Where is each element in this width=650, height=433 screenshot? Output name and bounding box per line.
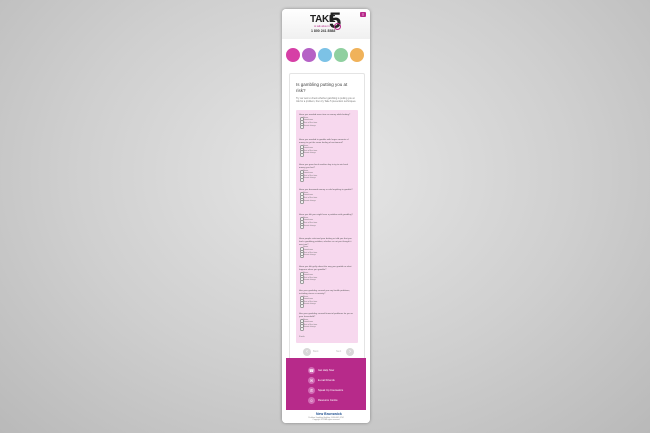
footer-item-resources[interactable]: ☺ Resource Centre: [308, 397, 358, 405]
next-label[interactable]: Next: [336, 350, 341, 353]
next-arrow-icon[interactable]: ›: [346, 348, 354, 356]
answer-option[interactable]: Almost always: [299, 303, 355, 308]
footer-item-label: Get Help Now: [318, 369, 335, 372]
answer-option[interactable]: Almost always: [299, 279, 355, 284]
quiz-form: Have you needed more time or money while…: [296, 110, 358, 343]
logo-tagline: to talk about it: [314, 25, 330, 28]
footer-item-label: E-mail Friends: [318, 379, 335, 382]
chat-icon: ✆: [308, 387, 315, 394]
helpline-number[interactable]: 1 800 241 8588: [311, 29, 335, 33]
phone-icon: ☎: [308, 367, 315, 374]
previous-arrow-icon[interactable]: ‹: [303, 348, 311, 356]
question: Has your gambling caused financial probl…: [299, 313, 355, 331]
government-text: Problem Gambling Helpline 1-800-461-1234…: [308, 417, 344, 422]
footer-item-counselors[interactable]: ✆ Speak Up Counselors: [308, 387, 358, 395]
answer-option[interactable]: Almost always: [299, 254, 355, 258]
people-icon: ☺: [308, 397, 315, 404]
previous-label[interactable]: Back: [313, 350, 319, 353]
question-text: Have people criticized your betting or t…: [299, 238, 352, 246]
question: Have you felt guilty about the way you g…: [299, 266, 355, 284]
menu-button[interactable]: ≡: [360, 12, 366, 17]
footer-item-label: Resource Centre: [318, 399, 338, 402]
answer-option[interactable]: Almost always: [299, 125, 355, 129]
mobile-page: TAKE 5 to talk about it 1 800 241 8588 ≡…: [282, 9, 370, 423]
finish-link[interactable]: Finish: [299, 336, 305, 338]
circle-nav-2[interactable]: [301, 47, 317, 63]
circle-nav-5[interactable]: [349, 47, 365, 63]
question: Have you felt you might have a problem w…: [299, 214, 355, 229]
header: TAKE 5 to talk about it 1 800 241 8588 ≡: [282, 9, 370, 39]
government-footer: New Brunswick Problem Gambling Helpline …: [282, 410, 370, 423]
answer-option[interactable]: Almost always: [299, 152, 355, 157]
circle-nav-4[interactable]: [333, 47, 349, 63]
question: Have you needed to gamble with larger am…: [299, 139, 355, 157]
answer-option[interactable]: Almost always: [299, 177, 355, 182]
answer-option[interactable]: Almost always: [299, 225, 355, 229]
footer-item-help[interactable]: ☎ Get Help Now: [308, 367, 358, 375]
answer-option[interactable]: Almost always: [299, 200, 355, 204]
question: Have you gone back another day to try to…: [299, 164, 355, 182]
circle-nav-1[interactable]: [285, 47, 301, 63]
quiz-intro: Try our test to check whether gambling i…: [296, 97, 357, 104]
footer-help-menu: ☎ Get Help Now ✉ E-mail Friends ✆ Speak …: [286, 358, 366, 410]
footer-item-label: Speak Up Counselors: [318, 389, 344, 392]
question: Have you needed more time or money while…: [299, 114, 355, 129]
quiz-card: Is gambling putting you at risk? Try our…: [289, 73, 365, 361]
question: Has your gambling caused you any health …: [299, 290, 355, 308]
answer-option[interactable]: Almost always: [299, 326, 355, 331]
category-circles: [282, 45, 370, 69]
footer-item-email[interactable]: ✉ E-mail Friends: [308, 377, 358, 385]
quiz-title: Is gambling putting you at risk?: [296, 82, 348, 93]
circle-nav-3[interactable]: [317, 47, 333, 63]
question: Have you borrowed money or sold anything…: [299, 189, 355, 204]
government-logo[interactable]: New Brunswick: [316, 412, 342, 416]
question: Have people criticized your betting or t…: [299, 238, 355, 258]
mail-icon: ✉: [308, 377, 315, 384]
